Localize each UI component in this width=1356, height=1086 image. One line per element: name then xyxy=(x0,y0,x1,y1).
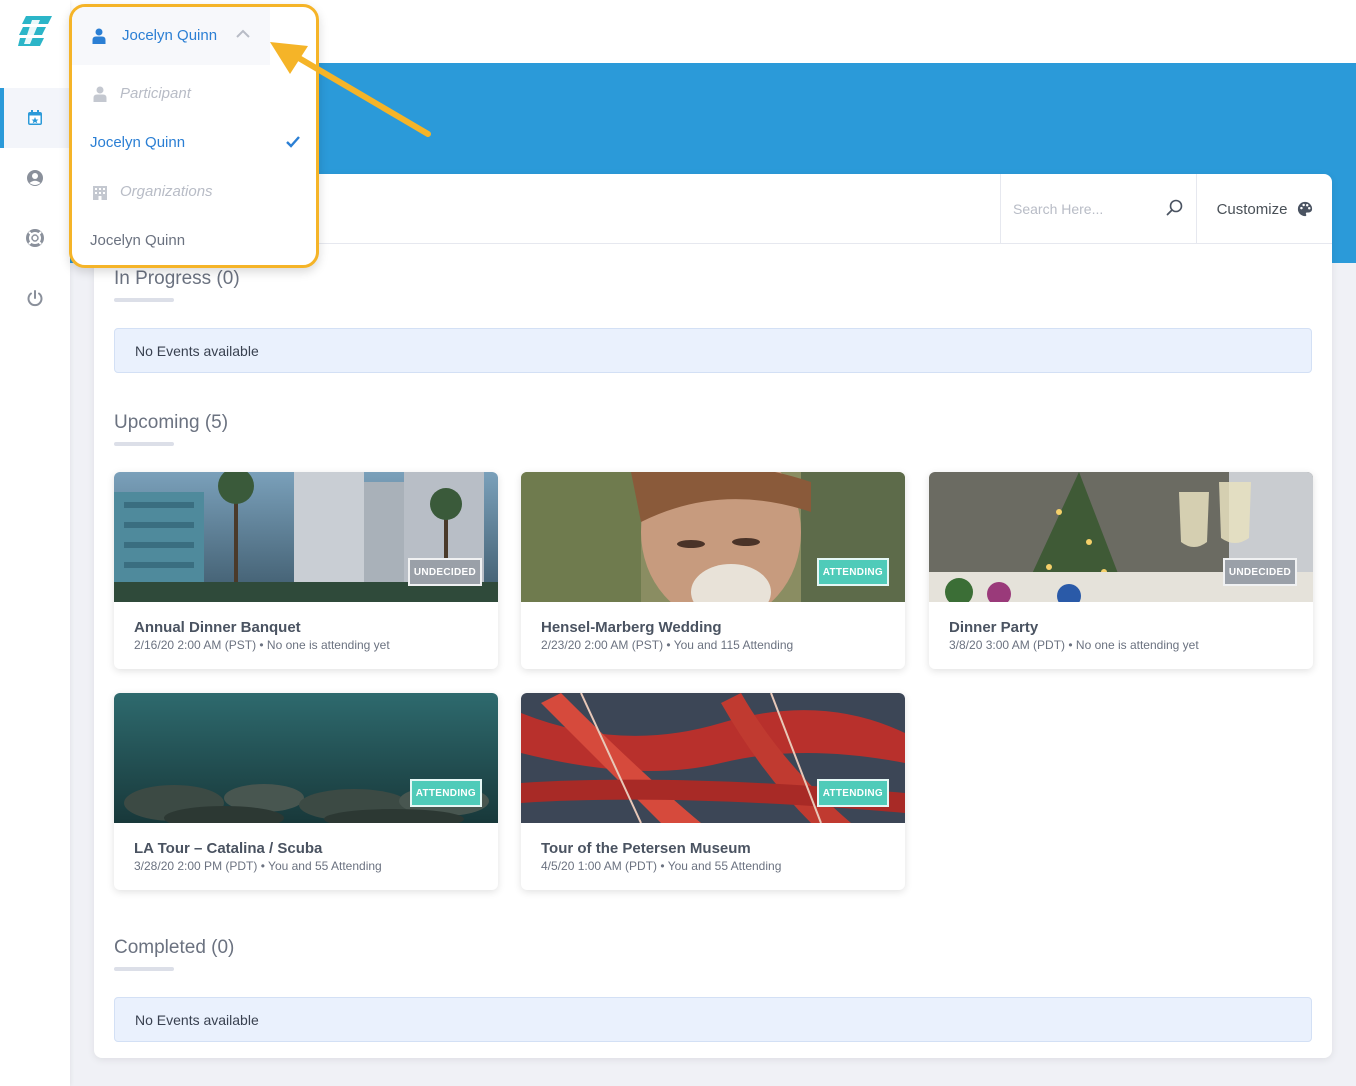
section-divider xyxy=(114,967,174,971)
customize-label: Customize xyxy=(1216,200,1288,218)
event-details: 4/5/20 1:00 AM (PDT) • You and 55 Attend… xyxy=(541,859,782,873)
building-icon xyxy=(93,186,107,200)
event-details: 2/16/20 2:00 AM (PST) • No one is attend… xyxy=(134,638,390,652)
current-user-name: Jocelyn Quinn xyxy=(122,27,218,44)
search-input[interactable] xyxy=(1013,198,1153,220)
event-title: Dinner Party xyxy=(949,619,1039,636)
sidebar-item-events[interactable] xyxy=(0,88,70,148)
sidebar-item-profile[interactable] xyxy=(0,148,70,208)
status-badge: ATTENDING xyxy=(816,558,889,586)
event-title: LA Tour – Catalina / Scuba xyxy=(134,840,323,857)
event-details: 2/23/20 2:00 AM (PST) • You and 115 Atte… xyxy=(541,638,794,652)
event-card[interactable]: UNDECIDED Dinner Party 3/8/20 3:00 AM (P… xyxy=(929,472,1313,669)
event-card[interactable]: ATTENDING Hensel-Marberg Wedding 2/23/20… xyxy=(521,472,905,669)
dropdown-item-label: Jocelyn Quinn xyxy=(90,134,186,151)
completed-empty-message: No Events available xyxy=(114,997,1312,1042)
event-card[interactable]: ATTENDING LA Tour – Catalina / Scuba 3/2… xyxy=(114,693,498,890)
dropdown-header-label: Participant xyxy=(120,85,191,102)
user-switcher-toggle[interactable]: Jocelyn Quinn xyxy=(72,7,270,65)
event-details: 3/28/20 2:00 PM (PDT) • You and 55 Atten… xyxy=(134,859,382,873)
dropdown-item-label: Jocelyn Quinn xyxy=(90,232,186,249)
user-icon xyxy=(92,28,106,44)
status-badge: UNDECIDED xyxy=(407,558,482,586)
calendar-icon xyxy=(28,110,42,125)
user-circle-icon xyxy=(27,170,43,186)
status-badge: ATTENDING xyxy=(816,779,889,807)
search-box xyxy=(1000,174,1197,244)
dropdown-header-organizations: Organizations xyxy=(72,173,316,213)
dropdown-header-label: Organizations xyxy=(120,183,213,200)
app-logo[interactable] xyxy=(18,14,54,48)
palette-icon xyxy=(1298,201,1313,217)
status-badge: ATTENDING xyxy=(409,779,482,807)
callout-arrow-icon xyxy=(270,42,431,137)
lifebuoy-icon xyxy=(26,229,44,247)
sidebar-item-logout[interactable] xyxy=(0,268,70,328)
section-title-in-progress: In Progress (0) xyxy=(114,268,240,289)
section-title-completed: Completed (0) xyxy=(114,937,235,958)
section-divider xyxy=(114,442,174,446)
section-title-upcoming: Upcoming (5) xyxy=(114,412,229,433)
user-icon xyxy=(93,86,107,102)
event-card[interactable]: ATTENDING Tour of the Petersen Museum 4/… xyxy=(521,693,905,890)
power-icon xyxy=(27,290,43,307)
chevron-up-icon xyxy=(236,29,250,38)
sidebar xyxy=(0,0,70,1086)
search-icon[interactable] xyxy=(1165,198,1185,218)
dropdown-item-organization[interactable]: Jocelyn Quinn xyxy=(72,222,316,262)
customize-button[interactable]: Customize xyxy=(1198,174,1332,244)
event-title: Hensel-Marberg Wedding xyxy=(541,619,722,636)
event-title: Annual Dinner Banquet xyxy=(134,619,301,636)
sidebar-item-support[interactable] xyxy=(0,208,70,268)
event-details: 3/8/20 3:00 AM (PDT) • No one is attendi… xyxy=(949,638,1199,652)
in-progress-empty-message: No Events available xyxy=(114,328,1312,373)
event-card[interactable]: UNDECIDED Annual Dinner Banquet 2/16/20 … xyxy=(114,472,498,669)
events-card: Customize In Progress (0) No Events avai… xyxy=(94,174,1332,1058)
section-divider xyxy=(114,298,174,302)
status-badge: UNDECIDED xyxy=(1222,558,1297,586)
event-title: Tour of the Petersen Museum xyxy=(541,840,751,857)
